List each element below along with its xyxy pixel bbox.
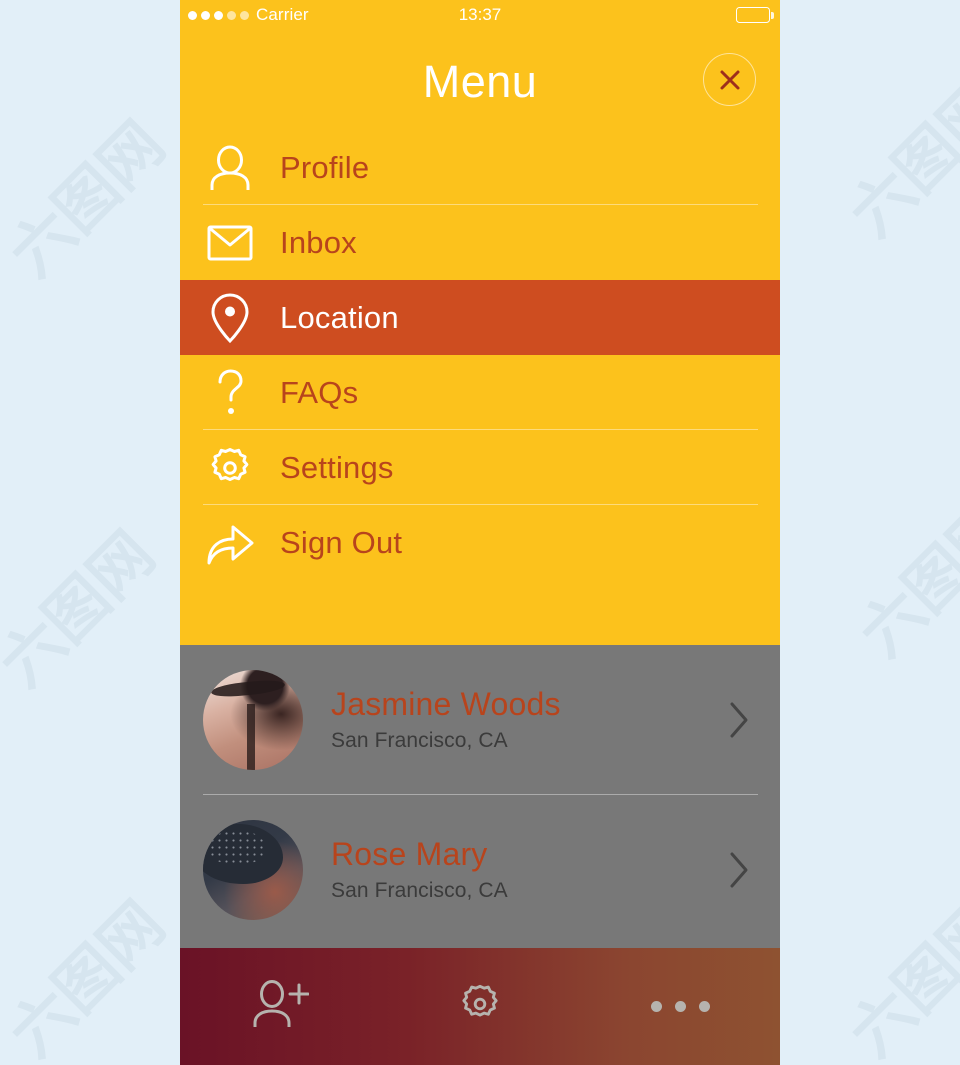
- watermark: 六图网: [0, 107, 179, 291]
- menu-list: Profile Inbox Location FAQs Settings Sig…: [180, 130, 780, 580]
- menu-item-inbox[interactable]: Inbox: [180, 205, 780, 280]
- user-icon: [180, 145, 280, 191]
- avatar: [203, 820, 303, 920]
- contact-location: San Francisco, CA: [331, 879, 508, 903]
- menu-item-faqs[interactable]: FAQs: [180, 355, 780, 430]
- menu-item-label: Profile: [280, 149, 370, 185]
- question-icon: [180, 368, 280, 418]
- add-user-button[interactable]: [180, 948, 380, 1065]
- signal-strength-icon: [188, 10, 249, 20]
- contact-row-rose-mary[interactable]: Rose Mary San Francisco, CA: [180, 795, 780, 945]
- share-arrow-icon: [180, 518, 280, 568]
- watermark: 六图网: [845, 487, 960, 671]
- contact-name: Jasmine Woods: [331, 685, 561, 722]
- menu-item-profile[interactable]: Profile: [180, 130, 780, 205]
- watermark: 六图网: [0, 517, 169, 701]
- chevron-right-icon[interactable]: [728, 851, 750, 889]
- contact-name: Rose Mary: [331, 835, 488, 872]
- close-button[interactable]: [703, 53, 756, 106]
- menu-item-sign-out[interactable]: Sign Out: [180, 505, 780, 580]
- page-title: Menu: [422, 56, 538, 107]
- page-root: 六图网 六图网 六图网 六图网 六图网 六图网 Carrier 13:37 Me…: [0, 0, 960, 1065]
- map-pin-icon: [180, 292, 280, 344]
- menu-item-label: Location: [280, 299, 399, 335]
- header-bar: Menu: [180, 30, 780, 130]
- gear-icon: [180, 444, 280, 492]
- watermark: 六图网: [835, 887, 960, 1065]
- menu-item-label: FAQs: [280, 374, 359, 410]
- contacts-list: Jasmine Woods San Francisco, CA Rose Mar…: [180, 645, 780, 948]
- watermark: 六图网: [835, 67, 960, 251]
- status-bar: Carrier 13:37: [180, 0, 780, 30]
- phone-screen: Carrier 13:37 Menu Profile Inbox Locatio…: [180, 0, 780, 1065]
- watermark: 六图网: [0, 887, 179, 1065]
- menu-item-label: Inbox: [280, 224, 357, 260]
- more-options-button[interactable]: [580, 948, 780, 1065]
- contact-row-jasmine-woods[interactable]: Jasmine Woods San Francisco, CA: [180, 645, 780, 795]
- chevron-right-icon[interactable]: [728, 701, 750, 739]
- menu-panel: Carrier 13:37 Menu Profile Inbox Locatio…: [180, 0, 780, 645]
- close-icon: [720, 70, 739, 89]
- carrier-label: Carrier: [256, 5, 309, 24]
- battery-icon: [735, 7, 774, 23]
- contact-location: San Francisco, CA: [331, 729, 508, 753]
- menu-item-label: Settings: [280, 449, 394, 485]
- gear-icon: [457, 981, 503, 1032]
- settings-button[interactable]: [380, 948, 580, 1065]
- avatar: [203, 670, 303, 770]
- contact-info: Jasmine Woods San Francisco, CA: [331, 685, 561, 753]
- add-user-icon: [251, 979, 310, 1034]
- menu-item-label: Sign Out: [280, 524, 403, 560]
- bottom-toolbar: [180, 948, 780, 1065]
- envelope-icon: [180, 225, 280, 261]
- more-dots-icon: [650, 1001, 710, 1012]
- menu-item-settings[interactable]: Settings: [180, 430, 780, 505]
- contact-info: Rose Mary San Francisco, CA: [331, 835, 508, 903]
- menu-item-location[interactable]: Location: [180, 280, 780, 355]
